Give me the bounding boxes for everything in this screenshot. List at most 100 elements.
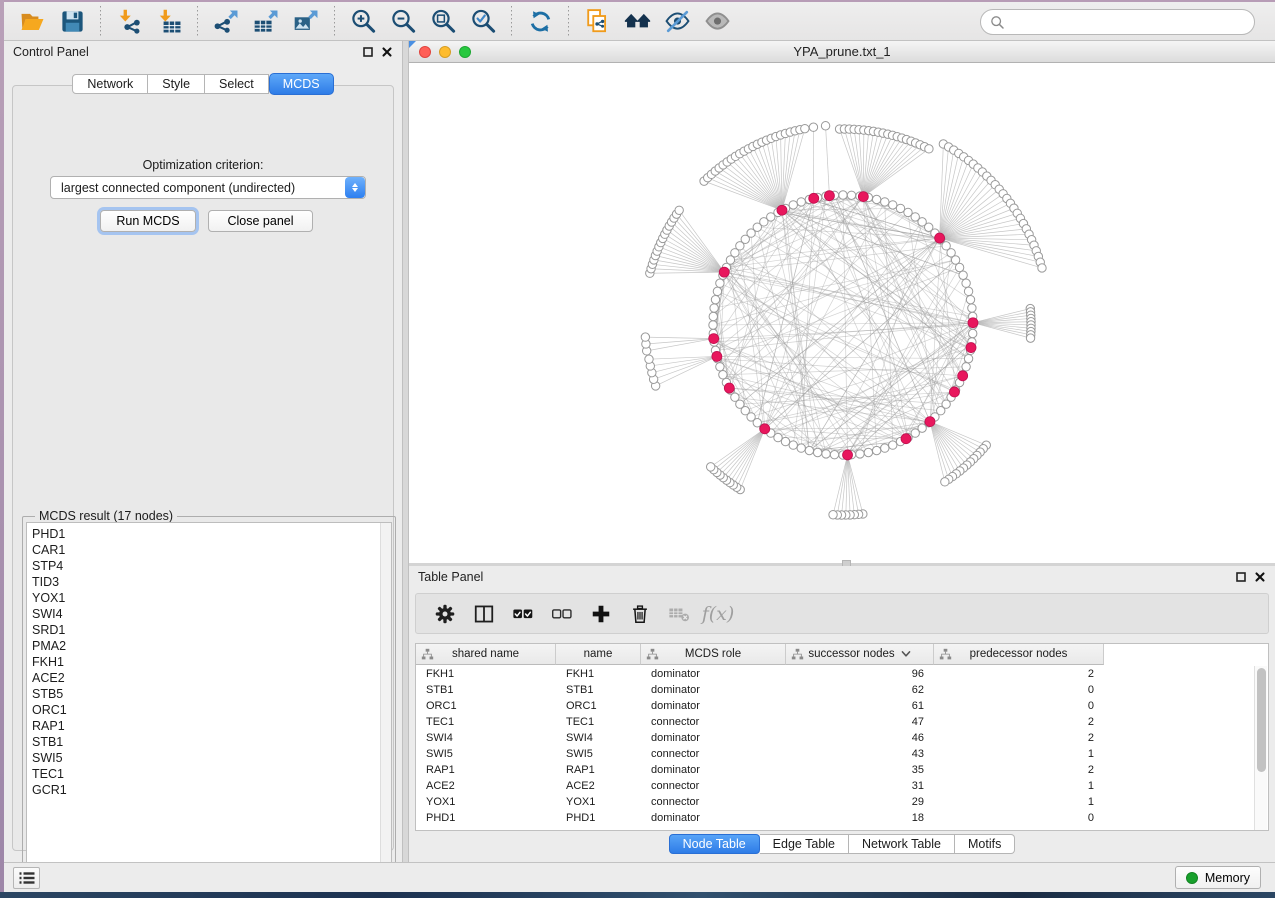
mcds-result-item[interactable]: SRD1 — [32, 622, 391, 638]
result-list-scrollbar[interactable] — [380, 523, 391, 876]
mcds-dominator-node[interactable] — [843, 450, 853, 460]
network-node[interactable] — [966, 295, 974, 303]
export-table-button[interactable] — [249, 5, 283, 37]
open-file-button[interactable] — [15, 5, 49, 37]
memory-button[interactable]: Memory — [1175, 866, 1261, 889]
table-row[interactable]: SWI5SWI5connector431 — [416, 746, 1268, 762]
network-node[interactable] — [872, 446, 880, 454]
leaf-node[interactable] — [809, 123, 817, 131]
tab-node-table[interactable]: Node Table — [669, 834, 760, 854]
split-columns-button[interactable] — [469, 599, 499, 629]
network-node[interactable] — [709, 312, 717, 320]
column-header-shared-name[interactable]: shared name — [416, 644, 556, 665]
first-neighbors-button[interactable] — [620, 5, 654, 37]
mcds-dominator-node[interactable] — [958, 371, 968, 381]
network-node[interactable] — [711, 295, 719, 303]
mcds-result-item[interactable]: TID3 — [32, 574, 391, 590]
network-node[interactable] — [719, 371, 727, 379]
network-node[interactable] — [713, 287, 721, 295]
column-header-MCDS-role[interactable]: MCDS role — [641, 644, 786, 665]
mcds-dominator-node[interactable] — [777, 205, 787, 215]
network-node[interactable] — [716, 363, 724, 371]
mcds-result-item[interactable]: SWI4 — [32, 606, 391, 622]
add-column-button[interactable] — [586, 599, 616, 629]
leaf-node[interactable] — [801, 124, 809, 132]
mcds-result-item[interactable]: SWI5 — [32, 750, 391, 766]
save-session-button[interactable] — [55, 5, 89, 37]
mcds-dominator-node[interactable] — [719, 267, 729, 277]
tab-motifs[interactable]: Motifs — [955, 834, 1015, 854]
network-node[interactable] — [872, 195, 880, 203]
tab-mcds[interactable]: MCDS — [269, 73, 334, 95]
mcds-result-item[interactable]: STB5 — [32, 686, 391, 702]
network-node[interactable] — [709, 321, 717, 329]
leaf-node[interactable] — [641, 333, 649, 341]
network-node[interactable] — [822, 450, 830, 458]
network-node[interactable] — [847, 191, 855, 199]
float-panel-icon[interactable] — [362, 46, 374, 58]
network-node[interactable] — [964, 287, 972, 295]
mcds-result-item[interactable]: GCR1 — [32, 782, 391, 798]
leaf-node[interactable] — [941, 478, 949, 486]
clear-checkboxes-button[interactable] — [547, 599, 577, 629]
table-row[interactable]: YOX1YOX1connector291 — [416, 794, 1268, 810]
leaf-node[interactable] — [925, 145, 933, 153]
zoom-out-button[interactable] — [386, 5, 420, 37]
mcds-result-item[interactable]: PHD1 — [32, 526, 391, 542]
optimization-criterion-select[interactable]: largest connected component (undirected) — [50, 176, 366, 199]
column-header-predecessor-nodes[interactable]: predecessor nodes — [934, 644, 1104, 665]
tab-network[interactable]: Network — [72, 74, 148, 94]
tab-network-table[interactable]: Network Table — [849, 834, 955, 854]
network-node[interactable] — [889, 441, 897, 449]
mcds-result-item[interactable]: YOX1 — [32, 590, 391, 606]
mcds-dominator-node[interactable] — [901, 434, 911, 444]
close-panel-icon[interactable] — [1254, 571, 1266, 583]
table-row[interactable]: ORC1ORC1dominator610 — [416, 698, 1268, 714]
mcds-dominator-node[interactable] — [949, 387, 959, 397]
run-mcds-button[interactable]: Run MCDS — [100, 210, 196, 232]
float-panel-icon[interactable] — [1235, 571, 1247, 583]
mcds-result-item[interactable]: PMA2 — [32, 638, 391, 654]
leaf-node[interactable] — [645, 355, 653, 363]
network-node[interactable] — [864, 448, 872, 456]
mcds-result-item[interactable]: ORC1 — [32, 702, 391, 718]
leaf-node[interactable] — [821, 122, 829, 130]
export-network-button[interactable] — [209, 5, 243, 37]
leaf-node[interactable] — [1026, 334, 1034, 342]
network-node[interactable] — [797, 444, 805, 452]
network-node[interactable] — [959, 271, 967, 279]
network-canvas[interactable] — [409, 63, 1275, 563]
mcds-result-item[interactable]: STB1 — [32, 734, 391, 750]
refresh-button[interactable] — [523, 5, 557, 37]
network-node[interactable] — [881, 198, 889, 206]
table-row[interactable]: TEC1TEC1connector472 — [416, 714, 1268, 730]
mcds-dominator-node[interactable] — [935, 233, 945, 243]
mcds-dominator-node[interactable] — [968, 318, 978, 328]
mcds-result-item[interactable]: CAR1 — [32, 542, 391, 558]
close-panel-button[interactable]: Close panel — [208, 210, 313, 232]
tab-edge-table[interactable]: Edge Table — [760, 834, 849, 854]
mcds-dominator-node[interactable] — [858, 192, 868, 202]
hide-details-button[interactable] — [660, 5, 694, 37]
delete-column-button[interactable] — [625, 599, 655, 629]
table-row[interactable]: SWI4SWI4dominator462 — [416, 730, 1268, 746]
table-row[interactable]: ACE2ACE2connector311 — [416, 778, 1268, 794]
network-node[interactable] — [710, 304, 718, 312]
column-header-name[interactable]: name — [556, 644, 641, 665]
mcds-dominator-node[interactable] — [724, 383, 734, 393]
table-row[interactable]: PHD1PHD1dominator180 — [416, 810, 1268, 826]
mcds-dominator-node[interactable] — [809, 193, 819, 203]
network-node[interactable] — [968, 304, 976, 312]
mcds-result-item[interactable]: ACE2 — [32, 670, 391, 686]
select-all-checkboxes-button[interactable] — [508, 599, 538, 629]
close-panel-icon[interactable] — [381, 46, 393, 58]
mcds-result-item[interactable]: STP4 — [32, 558, 391, 574]
task-history-button[interactable] — [13, 867, 40, 889]
network-node[interactable] — [830, 451, 838, 459]
leaf-node[interactable] — [829, 511, 837, 519]
leaf-node[interactable] — [1038, 264, 1046, 272]
tab-select[interactable]: Select — [205, 74, 269, 94]
duplicate-network-button[interactable] — [580, 5, 614, 37]
network-node[interactable] — [881, 444, 889, 452]
network-node[interactable] — [839, 191, 847, 199]
